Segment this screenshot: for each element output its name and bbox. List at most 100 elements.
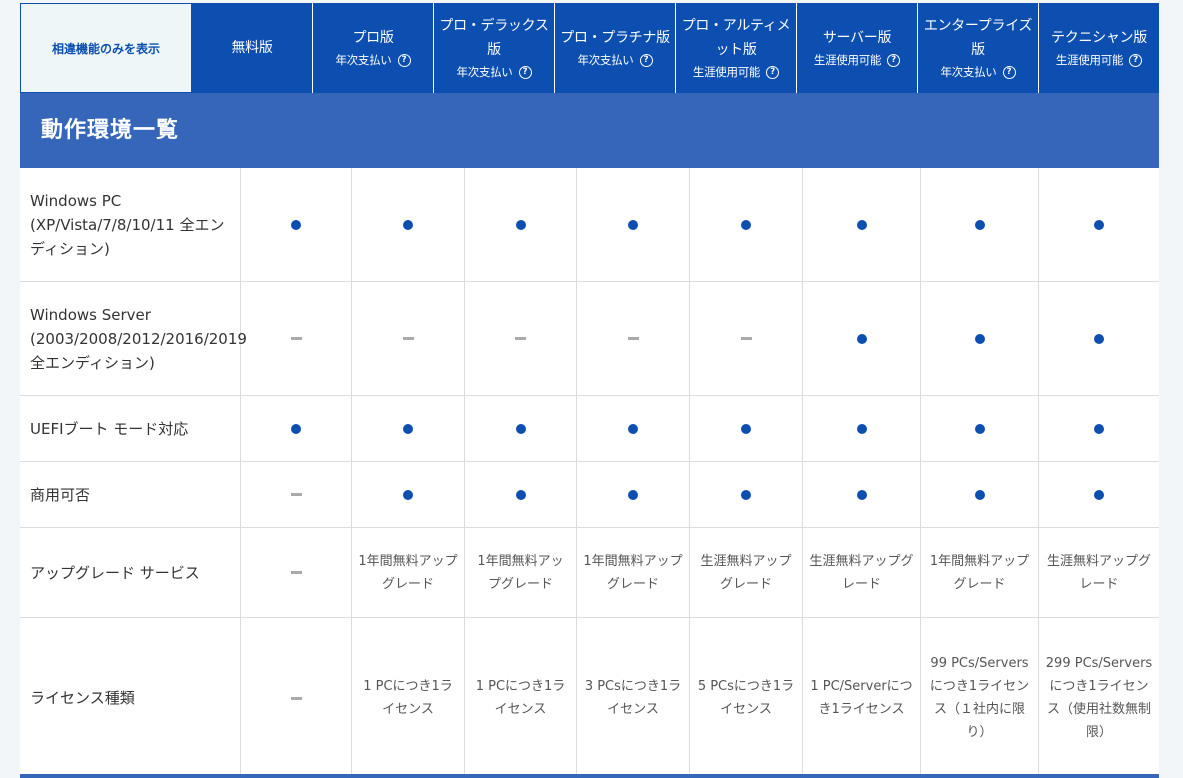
feature-label: UEFIブート モード対応 xyxy=(20,396,241,461)
plan-header-6: エンタープライズ版年次支払い? xyxy=(918,3,1039,93)
question-circle-icon[interactable]: ? xyxy=(397,53,411,67)
dot-icon xyxy=(741,423,751,434)
plan-name: 無料版 xyxy=(231,40,273,56)
feature-value-cell: 3 PCsにつき1ライセンス xyxy=(577,618,690,778)
dot-icon xyxy=(974,489,985,500)
dot-icon xyxy=(741,489,751,500)
feature-label: ライセンス種類 xyxy=(20,618,241,778)
feature-included-cell xyxy=(241,168,352,281)
dot-icon xyxy=(1094,219,1104,230)
question-circle-icon[interactable]: ? xyxy=(1129,53,1143,67)
dot-icon xyxy=(403,489,413,500)
table-row: Windows PC (XP/Vista/7/8/10/11 全エンディション) xyxy=(20,168,1159,282)
plan-header-5: サーバー版 生涯使用可能? xyxy=(797,3,918,93)
dot-icon xyxy=(741,219,751,230)
feature-included-cell xyxy=(1039,396,1159,461)
dot-icon xyxy=(856,333,867,344)
feature-label: アップグレード サービス xyxy=(20,528,241,617)
question-circle-icon[interactable]: ? xyxy=(766,65,780,79)
dash-icon xyxy=(290,337,302,340)
dash-icon xyxy=(290,493,302,496)
plan-header-1: プロ版 年次支払い? xyxy=(313,3,434,93)
feature-value-cell: 299 PCs/Serversにつき1ライセンス（使用社数無制限） xyxy=(1045,656,1153,740)
dot-icon xyxy=(1094,333,1104,344)
dot-icon xyxy=(856,423,867,434)
feature-value-cell: 1 PCにつき1ライセンス xyxy=(465,618,577,778)
dot-icon xyxy=(628,219,638,230)
table-row: ライセンス種類 1 PCにつき1ライセンス 1 PCにつき1ライセンス 3 PCsにつ… xyxy=(20,618,1159,778)
plan-billing-label: 年次支払い xyxy=(940,65,997,79)
feature-value-cell: 1年間無料アップグレード xyxy=(465,528,577,617)
plan-name: エンタープライズ版 xyxy=(923,18,1033,58)
plan-billing: 生涯使用可能? xyxy=(692,62,780,82)
feature-included-cell xyxy=(690,462,803,527)
dot-icon xyxy=(856,219,867,230)
feature-included-cell xyxy=(577,462,690,527)
dot-icon xyxy=(403,219,413,230)
plan-billing-label: 年次支払い xyxy=(456,65,513,79)
plan-header-7: テクニシャン版生涯使用可能? xyxy=(1039,3,1159,93)
feature-included-cell xyxy=(1039,168,1159,281)
plan-name: プロ・アルティメット版 xyxy=(681,18,791,58)
feature-value-cell: 生涯無料アップグレード xyxy=(803,528,921,617)
feature-included-cell xyxy=(921,282,1039,395)
plan-billing: 年次支払い? xyxy=(578,50,653,70)
feature-excluded-cell xyxy=(241,282,352,395)
feature-included-cell xyxy=(921,462,1039,527)
question-circle-icon[interactable]: ? xyxy=(1002,65,1016,79)
feature-included-cell xyxy=(803,282,921,395)
feature-included-cell xyxy=(352,396,465,461)
feature-included-cell xyxy=(352,168,465,281)
feature-included-cell xyxy=(803,396,921,461)
plan-header-3: プロ・プラチナ版年次支払い? xyxy=(555,3,676,93)
section-bar-next xyxy=(20,774,1159,778)
feature-value-cell: 1年間無料アップグレード xyxy=(577,528,690,617)
feature-included-cell xyxy=(1039,282,1159,395)
feature-included-cell xyxy=(577,396,690,461)
show-differences-label: 相違機能のみを表示 xyxy=(51,41,160,56)
feature-label: Windows PC (XP/Vista/7/8/10/11 全エンディション) xyxy=(20,168,241,281)
plan-billing-label: 生涯使用可能 xyxy=(692,65,761,79)
dot-icon xyxy=(856,489,867,500)
dash-icon xyxy=(290,571,302,574)
feature-included-cell xyxy=(690,168,803,281)
feature-label: 商用可否 xyxy=(20,462,241,527)
plan-billing-label: 年次支払い xyxy=(577,53,634,67)
plan-header-4: プロ・アルティメット版生涯使用可能? xyxy=(676,3,797,93)
dash-icon xyxy=(290,696,302,700)
dot-icon xyxy=(515,489,526,500)
dot-icon xyxy=(628,423,638,434)
section-title: 動作環境一覧 xyxy=(20,93,1159,168)
dot-icon xyxy=(291,219,301,230)
feature-value-cell: 99 PCs/Serversにつき1ライセンス（１社内に限り） xyxy=(921,618,1039,778)
comparison-table: 相違機能のみを表示 無料版 プロ版 年次支払い? プロ・デラックス版 年次支払い? プロ・… xyxy=(20,3,1159,778)
dash-icon xyxy=(402,337,414,340)
dot-icon xyxy=(291,423,301,434)
dot-icon xyxy=(974,333,985,344)
feature-excluded-cell xyxy=(465,282,577,395)
question-circle-icon[interactable]: ? xyxy=(887,53,901,67)
feature-included-cell xyxy=(241,396,352,461)
plan-name: テクニシャン版 xyxy=(1051,30,1147,46)
plan-billing: 年次支払い? xyxy=(457,62,532,82)
header-row: 相違機能のみを表示 無料版 プロ版 年次支払い? プロ・デラックス版 年次支払い? プロ・… xyxy=(20,3,1159,93)
dot-icon xyxy=(515,219,526,230)
question-circle-icon[interactable]: ? xyxy=(639,53,653,67)
show-differences-toggle[interactable]: 相違機能のみを表示 xyxy=(20,3,192,93)
feature-value-cell: 5 PCsにつき1ライセンス xyxy=(690,618,803,778)
plan-name: サーバー版 xyxy=(822,30,892,46)
dash-icon xyxy=(515,337,526,340)
dot-icon xyxy=(974,423,985,434)
dash-icon xyxy=(740,337,752,340)
question-circle-icon[interactable]: ? xyxy=(518,65,532,79)
table-row: アップグレード サービス 1年間無料アップグレード 1年間無料アップグレード 1年間無… xyxy=(20,528,1159,618)
feature-included-cell xyxy=(921,168,1039,281)
dot-icon xyxy=(1094,489,1104,500)
dot-icon xyxy=(628,489,638,500)
feature-value-cell: 生涯無料アップグレード xyxy=(690,528,803,617)
plan-name: プロ・プラチナ版 xyxy=(560,30,670,46)
plan-billing: 生涯使用可能? xyxy=(1056,50,1143,70)
plan-name: プロ版 xyxy=(352,30,394,46)
feature-value-cell: 生涯無料アップグレード xyxy=(1046,553,1151,592)
feature-value-cell: 1年間無料アップグレード xyxy=(352,528,465,617)
